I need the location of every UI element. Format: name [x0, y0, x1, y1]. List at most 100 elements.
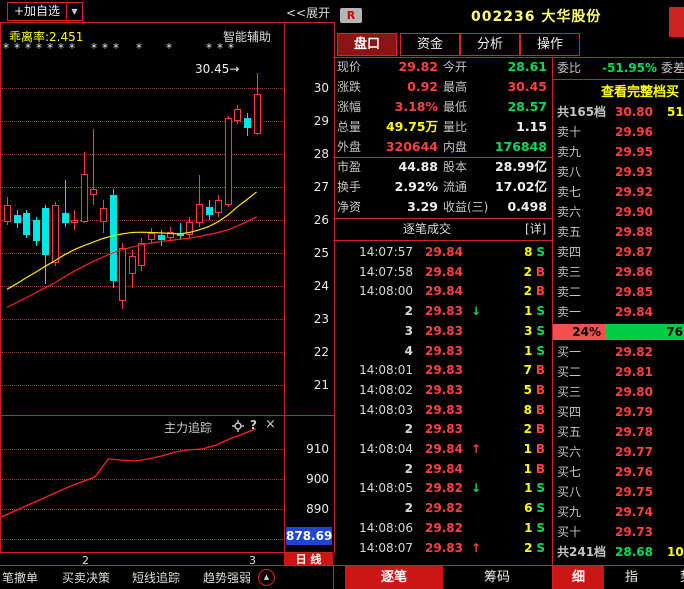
- tab-zijin[interactable]: 资金: [400, 33, 460, 56]
- buy-level-row: 买三 29.80: [553, 382, 684, 402]
- expand-button[interactable]: <<展开: [286, 4, 330, 21]
- tick-time: 14:07:57: [333, 242, 413, 262]
- tab-detail[interactable]: 细: [553, 566, 604, 589]
- depth-label: 卖三: [557, 262, 581, 282]
- weibi-row: 委比 -51.95% 委差: [553, 57, 684, 80]
- bottom-bar: ▲ 笔撤单 买卖决策 短线追踪 趋势强弱 逐笔筹码细指势: [0, 565, 684, 589]
- depth-label: 买三: [557, 382, 581, 402]
- quote-row: 涨跌0.92最高30.45: [333, 77, 552, 97]
- margin-trading-badge: R: [340, 8, 362, 23]
- tick-volume: 1 S: [453, 478, 545, 498]
- tab-trend[interactable]: 势: [659, 566, 684, 589]
- view-full-depth-link[interactable]: 查看完整档买: [601, 81, 679, 100]
- tick-time: 14:08:07: [333, 538, 413, 558]
- tab-tick-by-tick[interactable]: 逐笔: [345, 566, 443, 589]
- main-force-track-chart[interactable]: 主力追踪 ? ×: [0, 415, 285, 553]
- depth-price: 29.92: [593, 182, 653, 202]
- tab-chips[interactable]: 筹码: [443, 566, 551, 589]
- quote-value: 29.82: [373, 57, 438, 77]
- collapse-up-icon[interactable]: ▲: [258, 569, 275, 586]
- tick-row: 14:08:0329.838 B: [333, 400, 552, 420]
- tick-detail-link[interactable]: [详]: [525, 218, 546, 240]
- price-tick-label: 23: [285, 312, 329, 326]
- buy-level-row: 买九29.74: [553, 502, 684, 522]
- tick-volume: 6 S: [453, 498, 545, 518]
- subchart-tick-label: 890: [285, 502, 329, 516]
- depth-price: 29.74: [593, 502, 653, 522]
- depth-label: 买五: [557, 422, 581, 442]
- weibi-label: 委比: [557, 57, 581, 79]
- tick-volume: 1 S: [453, 518, 545, 538]
- sell-level-row: 卖三29.86: [553, 262, 684, 282]
- depth-label: 卖十: [557, 122, 581, 142]
- tick-time: 14:08:04: [333, 439, 413, 459]
- quote-row: 市盈44.88股本28.99亿: [333, 157, 552, 177]
- buy-level-row: 买一29.82: [553, 342, 684, 362]
- buy-level-row: 买七29.76: [553, 462, 684, 482]
- tab-pankou[interactable]: 盘口: [337, 33, 397, 56]
- tick-row: 329.833 S: [333, 321, 552, 341]
- depth-total-row: 共165档30.8051: [553, 102, 684, 122]
- tick-volume: 2 S: [453, 538, 545, 558]
- quote-label: 现价: [337, 57, 361, 77]
- depth-label: 卖五: [557, 222, 581, 242]
- quote-label: 股本: [443, 157, 467, 177]
- chevron-down-icon[interactable]: ▼: [66, 4, 82, 19]
- tab-caozuo[interactable]: 操作: [520, 33, 580, 56]
- subchart-tick-label: 910: [285, 442, 329, 456]
- tick-row: 229.841 B: [333, 459, 552, 479]
- quote-value: 28.57: [479, 97, 547, 117]
- tick-volume: 2 B: [453, 262, 545, 282]
- tick-volume: 1 B: [453, 459, 545, 479]
- price-tick-label: 21: [285, 378, 329, 392]
- sell-level-row: 卖六29.90: [553, 202, 684, 222]
- tab-daily-kline[interactable]: 日 线: [284, 552, 333, 566]
- quote-value: 49.75万: [373, 117, 438, 137]
- depth-price: 29.90: [593, 202, 653, 222]
- price-axis: 30292827262524232221: [284, 22, 335, 416]
- btn-trend-strength[interactable]: 趋势强弱: [203, 569, 251, 586]
- tick-time: 2: [333, 498, 413, 518]
- tab-fenxi[interactable]: 分析: [460, 33, 520, 56]
- quote-value: 17.02亿: [479, 177, 547, 197]
- depth-price: 29.84: [593, 302, 653, 322]
- btn-cancel-order[interactable]: 笔撤单: [2, 569, 38, 586]
- price-tick-label: 22: [285, 345, 329, 359]
- tick-time: 2: [333, 301, 413, 321]
- quote-label: 涨幅: [337, 97, 361, 117]
- tick-panel-header: 逐笔成交 [详]: [333, 218, 552, 241]
- quote-value: 30.45: [479, 77, 547, 97]
- price-tick-label: 24: [285, 279, 329, 293]
- depth-label: 卖四: [557, 242, 581, 262]
- btn-short-line-track[interactable]: 短线追踪: [132, 569, 180, 586]
- add-watchlist-button[interactable]: +加自选 ▼: [7, 2, 83, 21]
- depth-price: 29.81: [593, 362, 653, 382]
- stock-header: R 002236 大华股份 盘口资金分析操作: [333, 0, 684, 57]
- tick-volume: 8 S: [453, 242, 545, 262]
- depth-label: 卖八: [557, 162, 581, 182]
- main-force-line: [1, 416, 285, 553]
- tick-time: 3: [333, 321, 413, 341]
- tab-index[interactable]: 指: [604, 566, 659, 589]
- tick-row: 14:08:0429.84↑1 B: [333, 439, 552, 459]
- tick-row: 14:07:5829.842 B: [333, 262, 552, 282]
- depth-label: 卖九: [557, 142, 581, 162]
- depth-price: 29.80: [593, 382, 653, 402]
- sell-level-row: 卖二29.85: [553, 282, 684, 302]
- tick-volume: 1 B: [453, 439, 545, 459]
- tick-time: 4: [333, 341, 413, 361]
- quote-value: 0.92: [373, 77, 438, 97]
- subchart-axis: 878.69 910900890: [284, 415, 335, 553]
- quote-label: 涨跌: [337, 77, 361, 97]
- depth-price: 29.73: [593, 522, 653, 542]
- candlestick-chart[interactable]: 乖离率:2.451 智能辅助 30.45→ ***************: [0, 22, 285, 416]
- btn-trade-decision[interactable]: 买卖决策: [62, 569, 110, 586]
- chart-toolbar: +加自选 ▼ <<展开: [0, 0, 333, 22]
- depth-label: 卖一: [557, 302, 581, 322]
- tick-volume: 5 B: [453, 380, 545, 400]
- buy-level-row: 买五29.78: [553, 422, 684, 442]
- depth-price: 29.75: [593, 482, 653, 502]
- tick-row: 14:08:0729.83↑2 S: [333, 538, 552, 558]
- buy-level-row: 买十29.73: [553, 522, 684, 542]
- quote-label: 净资: [337, 197, 361, 217]
